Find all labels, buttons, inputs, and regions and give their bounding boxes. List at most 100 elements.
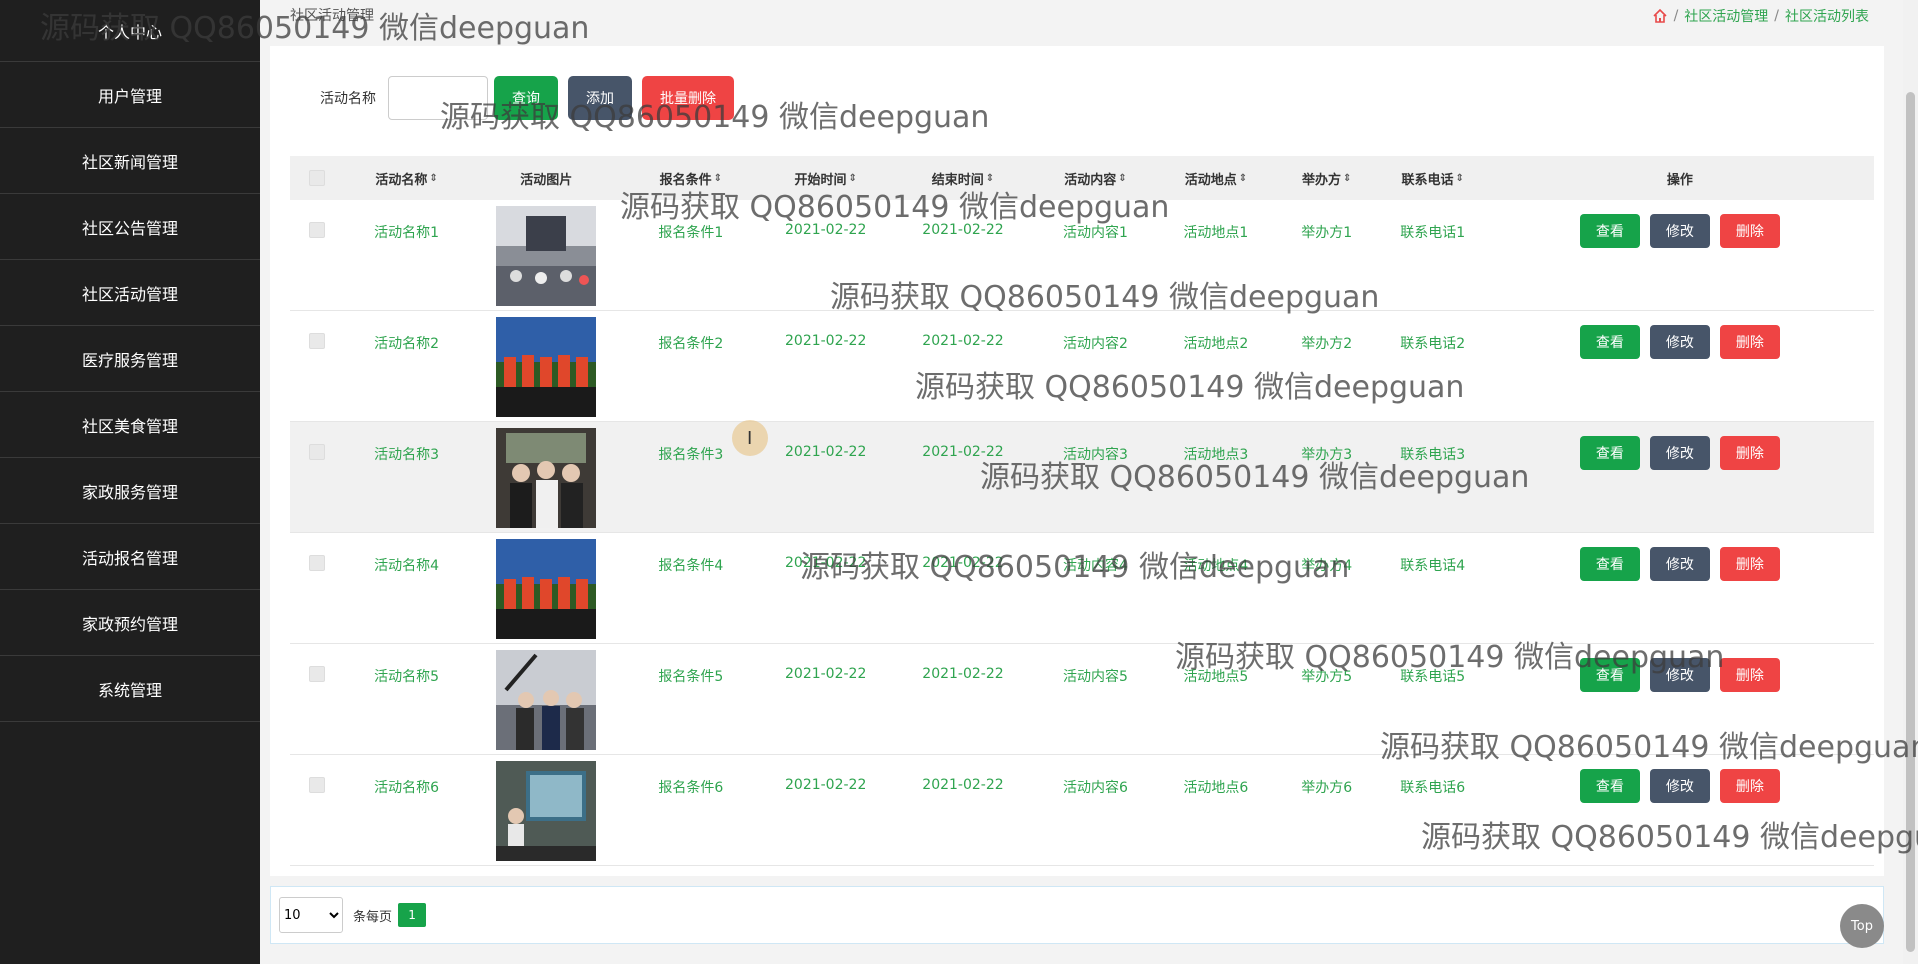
cell-activity-name: 活动名称3 bbox=[374, 447, 440, 463]
edit-button[interactable]: 修改 bbox=[1649, 547, 1710, 581]
search-label: 活动名称 bbox=[320, 91, 376, 107]
sidebar-item-registrations[interactable]: 活动报名管理 bbox=[0, 524, 260, 590]
activity-image[interactable] bbox=[496, 650, 597, 750]
cell-organizer: 举办方3 bbox=[1301, 447, 1353, 463]
sidebar-item-label: 家政服务管理 bbox=[81, 482, 178, 502]
cell-start-time: 2021-02-22 bbox=[785, 333, 867, 349]
sidebar-item-system[interactable]: 系统管理 bbox=[0, 656, 260, 722]
view-button[interactable]: 查看 bbox=[1579, 547, 1640, 581]
cell-organizer: 举办方5 bbox=[1301, 669, 1353, 685]
activity-image[interactable] bbox=[496, 317, 597, 417]
delete-button[interactable]: 删除 bbox=[1719, 658, 1780, 692]
row-checkbox[interactable] bbox=[308, 666, 325, 682]
batch-delete-button[interactable]: 批量删除 bbox=[642, 76, 734, 120]
cell-activity-name: 活动名称5 bbox=[374, 669, 440, 685]
sidebar-item-label: 社区新闻管理 bbox=[81, 152, 178, 172]
view-button[interactable]: 查看 bbox=[1579, 658, 1640, 692]
cell-start-time: 2021-02-22 bbox=[785, 666, 867, 682]
table-row: 活动名称4 报名条件4 2021-02-22 2021-02-22 活动内容4 … bbox=[290, 533, 1874, 644]
breadcrumb: / 社区活动管理 / 社区活动列表 bbox=[1652, 6, 1869, 26]
delete-button[interactable]: 删除 bbox=[1719, 769, 1780, 803]
cell-organizer: 举办方6 bbox=[1301, 780, 1353, 796]
activity-image[interactable] bbox=[496, 539, 597, 639]
delete-button[interactable]: 删除 bbox=[1719, 547, 1780, 581]
cell-content: 活动内容5 bbox=[1063, 669, 1128, 685]
sidebar-item-users[interactable]: 用户管理 bbox=[0, 62, 260, 128]
sidebar-item-label: 用户管理 bbox=[97, 86, 162, 106]
breadcrumb-activity-list: 社区活动列表 bbox=[1785, 9, 1869, 25]
add-button[interactable]: 添加 bbox=[568, 76, 632, 120]
col-end-time[interactable]: 结束时间 ⇕ bbox=[893, 169, 1033, 188]
scrollbar-thumb[interactable] bbox=[1906, 92, 1915, 952]
edit-button[interactable]: 修改 bbox=[1649, 436, 1710, 470]
col-organizer[interactable]: 举办方 ⇕ bbox=[1274, 169, 1380, 188]
cell-start-time: 2021-02-22 bbox=[785, 555, 867, 571]
sort-icon: ⇕ bbox=[429, 172, 438, 184]
cell-content: 活动内容4 bbox=[1063, 558, 1128, 574]
row-checkbox[interactable] bbox=[308, 777, 325, 793]
cell-content: 活动内容1 bbox=[1063, 225, 1128, 241]
sort-icon: ⇕ bbox=[713, 172, 722, 184]
home-icon[interactable] bbox=[1652, 8, 1668, 24]
row-checkbox[interactable] bbox=[308, 444, 325, 460]
col-activity-name[interactable]: 活动名称 ⇕ bbox=[344, 169, 469, 188]
view-button[interactable]: 查看 bbox=[1579, 769, 1640, 803]
delete-button[interactable]: 删除 bbox=[1719, 214, 1780, 248]
activity-image[interactable] bbox=[496, 206, 597, 306]
cell-condition: 报名条件4 bbox=[658, 558, 724, 574]
edit-button[interactable]: 修改 bbox=[1649, 658, 1710, 692]
sidebar-item-food[interactable]: 社区美食管理 bbox=[0, 392, 260, 458]
page-size-select[interactable]: 10 bbox=[279, 897, 343, 933]
delete-button[interactable]: 删除 bbox=[1719, 325, 1780, 359]
activity-image[interactable] bbox=[496, 428, 597, 528]
row-checkbox[interactable] bbox=[308, 333, 325, 349]
sidebar-item-medical[interactable]: 医疗服务管理 bbox=[0, 326, 260, 392]
back-to-top-button[interactable]: Top bbox=[1840, 904, 1884, 948]
col-phone[interactable]: 联系电话 ⇕ bbox=[1380, 169, 1486, 188]
cell-condition: 报名条件5 bbox=[658, 669, 724, 685]
cell-activity-name: 活动名称6 bbox=[374, 780, 440, 796]
sort-icon: ⇕ bbox=[1455, 172, 1464, 184]
sidebar-item-label: 个人中心 bbox=[97, 22, 162, 42]
scrollbar[interactable] bbox=[1903, 0, 1918, 964]
view-button[interactable]: 查看 bbox=[1579, 325, 1640, 359]
sidebar-item-housekeeping[interactable]: 家政服务管理 bbox=[0, 458, 260, 524]
sidebar-item-notices[interactable]: 社区公告管理 bbox=[0, 194, 260, 260]
per-page-label: 条每页 bbox=[353, 909, 393, 925]
query-button[interactable]: 查询 bbox=[494, 76, 558, 120]
col-start-time[interactable]: 开始时间 ⇕ bbox=[758, 169, 893, 188]
cell-phone: 联系电话6 bbox=[1400, 780, 1466, 796]
page-number-current[interactable]: 1 bbox=[398, 903, 427, 927]
cell-organizer: 举办方1 bbox=[1301, 225, 1353, 241]
col-place[interactable]: 活动地点 ⇕ bbox=[1158, 169, 1274, 188]
cell-place: 活动地点1 bbox=[1183, 225, 1249, 241]
sidebar-item-profile[interactable]: 个人中心 bbox=[0, 0, 260, 62]
activity-image[interactable] bbox=[496, 761, 597, 861]
row-checkbox[interactable] bbox=[308, 555, 325, 571]
table-row: 活动名称1 报名条件1 2021-02-22 2021-02-22 活动内容1 … bbox=[290, 200, 1874, 311]
edit-button[interactable]: 修改 bbox=[1649, 769, 1710, 803]
sidebar-item-news[interactable]: 社区新闻管理 bbox=[0, 128, 260, 194]
col-activity-image: 活动图片 bbox=[520, 172, 573, 188]
sidebar-item-appointments[interactable]: 家政预约管理 bbox=[0, 590, 260, 656]
view-button[interactable]: 查看 bbox=[1579, 214, 1640, 248]
cell-end-time: 2021-02-22 bbox=[922, 666, 1004, 682]
sidebar-item-label: 家政预约管理 bbox=[81, 614, 178, 634]
row-checkbox[interactable] bbox=[308, 222, 325, 238]
select-all-checkbox[interactable] bbox=[308, 170, 325, 186]
edit-button[interactable]: 修改 bbox=[1649, 325, 1710, 359]
view-button[interactable]: 查看 bbox=[1579, 436, 1640, 470]
cell-content: 活动内容2 bbox=[1063, 336, 1128, 352]
delete-button[interactable]: 删除 bbox=[1719, 436, 1780, 470]
col-condition[interactable]: 报名条件 ⇕ bbox=[623, 169, 758, 188]
breadcrumb-activity-manage[interactable]: 社区活动管理 bbox=[1684, 6, 1768, 26]
cell-condition: 报名条件6 bbox=[658, 780, 724, 796]
edit-button[interactable]: 修改 bbox=[1649, 214, 1710, 248]
sidebar-item-label: 社区公告管理 bbox=[81, 218, 178, 238]
activity-name-input[interactable] bbox=[388, 76, 488, 120]
cell-place: 活动地点4 bbox=[1183, 558, 1249, 574]
col-operations: 操作 bbox=[1666, 172, 1693, 188]
col-content[interactable]: 活动内容 ⇕ bbox=[1033, 169, 1158, 188]
cell-start-time: 2021-02-22 bbox=[785, 444, 867, 460]
sidebar-item-activities[interactable]: 社区活动管理 bbox=[0, 260, 260, 326]
